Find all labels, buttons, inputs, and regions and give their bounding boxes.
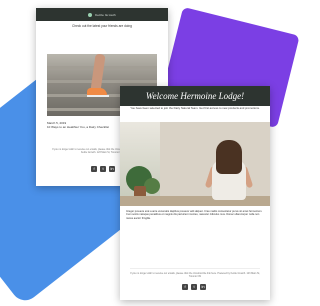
article-headline[interactable]: 10 Ways to an Healthier You, a Dairy Che… [47, 125, 109, 129]
person-figure [216, 140, 242, 174]
social-links: f t in [91, 166, 115, 172]
welcome-body-text: Integer posuere erat a ante venenatis da… [126, 210, 263, 220]
social-links: f t in [182, 284, 206, 290]
article-meta: March 5, 2019 10 Ways to an Healthier Yo… [47, 121, 109, 129]
facebook-icon[interactable]: f [91, 166, 97, 172]
welcome-intro: You have been selected to join the Dairy… [130, 106, 260, 110]
linkedin-icon[interactable]: in [109, 166, 115, 172]
hero-image-yoga [120, 122, 270, 206]
email-header: Kettle Growth [36, 8, 168, 21]
email-header: Welcome Hermoine Lodge! [120, 86, 270, 106]
email-subtitle: Check out the latest your friends are do… [72, 24, 132, 28]
welcome-title: Welcome Hermoine Lodge! [145, 91, 245, 101]
email-preview-welcome: Welcome Hermoine Lodge! You have been se… [120, 86, 270, 300]
facebook-icon[interactable]: f [182, 284, 188, 290]
linkedin-icon[interactable]: in [200, 284, 206, 290]
twitter-icon[interactable]: t [191, 284, 197, 290]
twitter-icon[interactable]: t [100, 166, 106, 172]
brand-logo-icon [88, 12, 93, 17]
email-footer: If you no longer wish to receive our ema… [130, 268, 260, 278]
brand-name: Kettle Growth [95, 12, 116, 17]
